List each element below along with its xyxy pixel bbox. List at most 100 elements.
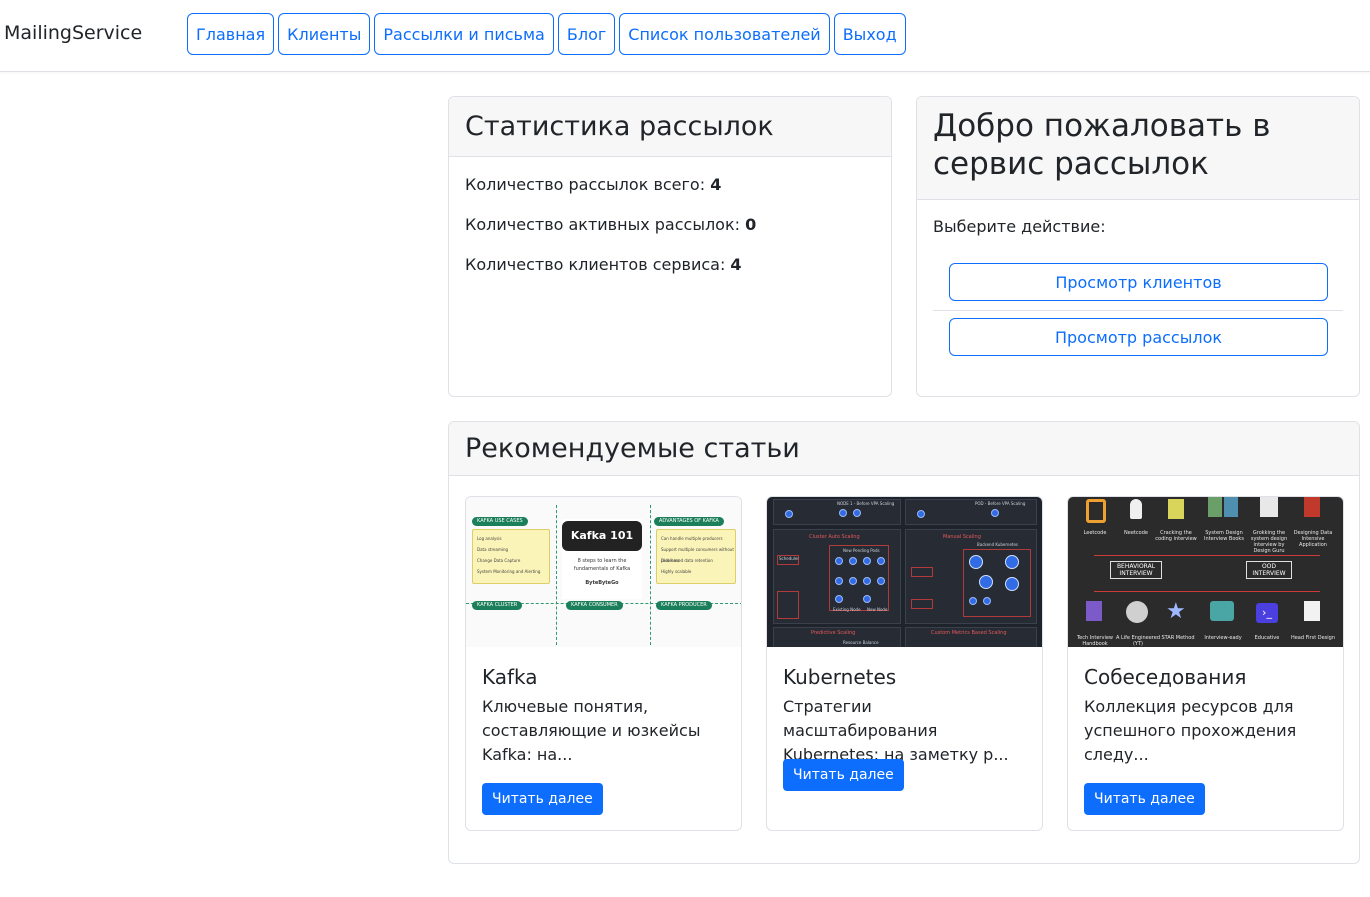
resource-label: Leetcode (1083, 530, 1107, 536)
kafka-pill: ADVANTAGES OF KAFKA (654, 517, 724, 526)
article-image-kubernetes[interactable]: NODE 1 - Before VPA Scaling POD - Before… (767, 497, 1042, 647)
kafka-pill: KAFKA CLUSTER (472, 601, 523, 610)
k8s-pod (991, 509, 999, 517)
article-image-interviews[interactable]: Leetcode Neetcode Cracking the coding in… (1068, 497, 1343, 647)
resource-label: Grokking the system design interview by … (1250, 530, 1288, 554)
k8s-pod (835, 557, 843, 565)
article-image-kafka[interactable]: KAFKA USE CASES Log analysis Data stream… (466, 497, 741, 647)
kafka-usecase: Data streaming (477, 547, 509, 552)
resource-label: System Design Interview Books (1204, 530, 1244, 542)
k8s-pod (863, 577, 871, 585)
articles-card-title: Рекомендуемые статьи (449, 422, 1359, 476)
kafka-pill: KAFKA PRODUCER (656, 601, 712, 610)
choose-action-label: Выберите действие: (933, 217, 1106, 236)
stats-active-label: Количество активных рассылок: (465, 215, 741, 234)
read-more-button[interactable]: Читать далее (1084, 783, 1205, 815)
nav-mailings-button[interactable]: Рассылки и письма (374, 13, 554, 55)
stats-total-label: Количество рассылок всего: (465, 175, 706, 194)
article-description: Стратегии масштабирования Kubernetes: на… (783, 697, 1009, 764)
k8s-label: Backend Kubernetes (977, 542, 1019, 547)
kafka-usecase: System Monitoring and Alerting (477, 569, 541, 574)
ood-interview-header: OOD INTERVIEW (1246, 561, 1292, 579)
interview-infographic: Leetcode Neetcode Cracking the coding in… (1068, 497, 1343, 647)
k8s-label: Resource Balance (843, 640, 879, 645)
k8s-pod (917, 510, 925, 518)
book-icon (1224, 497, 1238, 517)
k8s-label: New Node (867, 607, 888, 612)
k8s-node-icon (1005, 555, 1019, 569)
brand-logo[interactable]: MailingService (4, 22, 142, 44)
k8s-pod (863, 595, 871, 603)
k8s-pod (785, 510, 793, 518)
k8s-section-title: Custom Metrics Based Scaling (931, 630, 1007, 636)
k8s-pod (849, 577, 857, 585)
k8s-pod (835, 577, 843, 585)
k8s-pod (839, 509, 847, 517)
view-clients-button[interactable]: Просмотр клиентов (949, 263, 1328, 301)
nav-logout-button[interactable]: Выход (833, 13, 906, 55)
resource-label: Head First Design (1290, 635, 1336, 641)
connector-line (1094, 555, 1320, 556)
resource-label: Designing Data Intensive Application (1293, 530, 1333, 548)
stats-clients-row: Количество клиентов сервиса: 4 (465, 255, 742, 274)
kafka-connector (650, 505, 651, 645)
resource-label: Tech Interview Handbook (1076, 635, 1114, 647)
k8s-pod (835, 595, 843, 603)
people-icon (1210, 601, 1234, 621)
connector-line (1094, 591, 1320, 592)
article-title[interactable]: Kafka (482, 665, 538, 689)
kafka-pill: KAFKA CONSUMER (566, 601, 623, 610)
divider (933, 310, 1343, 311)
k8s-pod (969, 597, 977, 605)
kafka-center-block: Kafka 101 8 steps to learn the fundament… (562, 519, 642, 599)
k8s-pod (877, 577, 885, 585)
k8s-label: NODE 1 - Before VPA Scaling (837, 501, 895, 506)
nav-users-button[interactable]: Список пользователей (619, 13, 830, 55)
stats-total-row: Количество рассылок всего: 4 (465, 175, 721, 194)
book-icon (1304, 601, 1320, 621)
terminal-icon: ›_ (1256, 603, 1278, 623)
kafka-usecase: Log analysis (477, 536, 502, 541)
article-title[interactable]: Kubernetes (783, 665, 896, 689)
k8s-pod (849, 557, 857, 565)
stats-card-title: Статистика рассылок (449, 97, 891, 157)
k8s-pod (853, 509, 861, 517)
view-mailings-button[interactable]: Просмотр рассылок (949, 318, 1328, 356)
kafka-advantage: Can handle multiple producers (661, 536, 723, 541)
resource-label: STAR Method (1161, 635, 1195, 641)
kafka-advantage: Disk-based data retention (661, 558, 713, 563)
kafka-infographic: KAFKA USE CASES Log analysis Data stream… (466, 497, 741, 647)
nav-blog-button[interactable]: Блог (557, 13, 616, 55)
rocket-icon (1130, 499, 1142, 519)
article-card-interviews: Leetcode Neetcode Cracking the coding in… (1067, 496, 1344, 831)
k8s-label: Existing Node (833, 607, 861, 612)
stats-total-value: 4 (710, 175, 722, 194)
nav-home-button[interactable]: Главная (187, 13, 275, 55)
k8s-kubectl-box (911, 567, 933, 577)
k8s-node-icon (969, 555, 983, 569)
book-icon (1168, 499, 1184, 519)
star-icon: ★ (1166, 599, 1186, 624)
k8s-section-title: Manual Scaling (943, 534, 981, 540)
k8s-node-icon (979, 575, 993, 589)
articles-card: Рекомендуемые статьи KAFKA USE CASES Log… (448, 421, 1360, 864)
book-icon (1208, 497, 1222, 517)
nav-clients-button[interactable]: Клиенты (278, 13, 371, 55)
welcome-card: Добро пожаловать в сервис рассылок Выбер… (916, 96, 1360, 397)
stats-card: Статистика рассылок Количество рассылок … (448, 96, 892, 397)
article-title[interactable]: Собеседования (1084, 665, 1246, 689)
k8s-node-icon (1005, 577, 1019, 591)
k8s-section-title: Cluster Auto Scaling (809, 534, 860, 540)
read-more-button[interactable]: Читать далее (482, 783, 603, 815)
leetcode-icon (1086, 499, 1106, 523)
k8s-pod (877, 557, 885, 565)
avatar-icon (1126, 601, 1148, 623)
behavioral-interview-header: BEHAVIORAL INTERVIEW (1110, 561, 1162, 579)
article-description: Коллекция ресурсов для успешного прохожд… (1084, 697, 1297, 764)
read-more-button[interactable]: Читать далее (783, 759, 904, 791)
stats-active-row: Количество активных рассылок: 0 (465, 215, 756, 234)
kafka-logo: Kafka 101 (562, 521, 642, 551)
k8s-api-box (911, 599, 933, 609)
kubernetes-infographic: NODE 1 - Before VPA Scaling POD - Before… (767, 497, 1042, 647)
article-card-kafka: KAFKA USE CASES Log analysis Data stream… (465, 496, 742, 831)
